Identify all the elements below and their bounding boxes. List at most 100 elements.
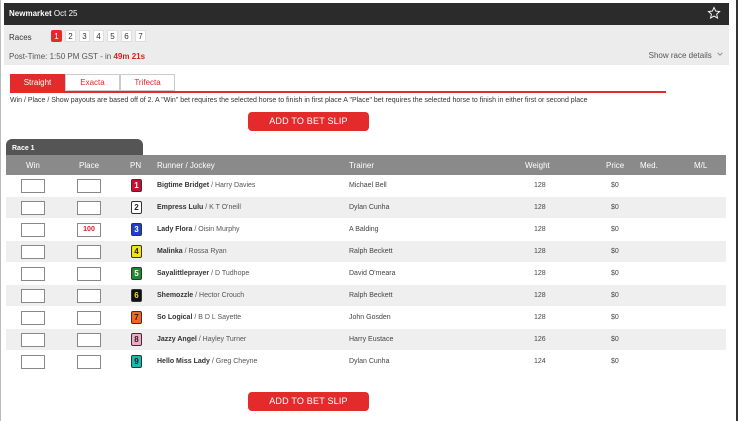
table-row: 7 So Logical / B D L Sayette John Gosden 12… [6,307,726,329]
place-amount-input[interactable] [77,179,101,193]
price-value: $0 [611,226,619,233]
win-amount-input[interactable] [21,201,45,215]
place-amount-input[interactable] [77,311,101,325]
runner-name: Sayalittleprayer [157,270,210,277]
tab-underline [10,91,666,93]
win-amount-input[interactable] [21,223,45,237]
win-amount-input[interactable] [21,289,45,303]
price-value: $0 [611,292,619,299]
post-time-text: Post-Time: 1:50 PM GST - in [9,52,112,61]
race-tab-7[interactable]: 7 [135,30,146,42]
place-amount-input[interactable] [77,201,101,215]
runner-jockey: Lady Flora / Oisin Murphy [157,226,239,233]
weight-value: 128 [534,314,546,321]
runner-name: Malinka [157,248,183,255]
place-amount-input[interactable] [77,333,101,347]
bet-type-tabs: Straight Exacta Trifecta [10,74,175,91]
win-amount-input[interactable] [21,355,45,369]
runner-jockey: Malinka / Rossa Ryan [157,248,227,255]
race-venue-title: Newmarket Oct 25 [9,9,78,18]
race-date: Oct 25 [53,9,78,18]
show-race-details-label: Show race details [648,51,712,60]
add-to-bet-slip-button-bottom[interactable]: ADD TO BET SLIP [248,392,369,411]
table-row: 100 3 Lady Flora / Oisin Murphy A Balding 12… [6,219,726,241]
table-row: 5 Sayalittleprayer / D Tudhope David O'mea… [6,263,726,285]
post-time-countdown: 49m 21s [113,52,146,61]
win-amount-input[interactable] [21,245,45,259]
weight-value: 128 [534,270,546,277]
col-win: Win [26,161,40,170]
chevron-down-icon [717,52,723,56]
place-amount-input[interactable] [77,289,101,303]
jockey-name: Oisin Murphy [198,226,240,233]
show-race-details-link[interactable]: Show race details [649,51,723,60]
tab-straight[interactable]: Straight [10,74,65,91]
price-value: $0 [611,182,619,189]
race-tab-1[interactable]: 1 [51,30,62,42]
weight-value: 128 [534,292,546,299]
col-trainer: Trainer [349,161,375,170]
runners-table: 1 Bigtime Bridget / Harry Davies Michael B… [6,175,726,373]
place-amount-input[interactable] [77,245,101,259]
win-amount-input[interactable] [21,179,45,193]
tab-trifecta[interactable]: Trifecta [120,74,175,91]
right-border [736,0,738,421]
win-amount-input[interactable] [21,311,45,325]
jockey-name: B D L Sayette [198,314,242,321]
table-row: 1 Bigtime Bridget / Harry Davies Michael B… [6,175,726,197]
race-tab-3[interactable]: 3 [79,30,90,42]
win-amount-input[interactable] [21,333,45,347]
program-number-badge: 2 [131,201,142,214]
runner-jockey: Bigtime Bridget / Harry Davies [157,182,255,189]
table-row: 2 Empress Lulu / K T O'neill Dylan Cunha 12… [6,197,726,219]
trainer-name: A Balding [349,226,379,233]
trainer-name: Dylan Cunha [349,204,390,211]
col-ml: M/L [694,161,708,170]
win-amount-input[interactable] [21,267,45,281]
tab-exacta[interactable]: Exacta [65,74,120,91]
jockey-name: Rossa Ryan [188,248,227,255]
race-number-label: Race 1 [6,139,143,155]
place-amount-input[interactable] [77,267,101,281]
trainer-name: John Gosden [349,314,391,321]
weight-value: 128 [534,204,546,211]
place-amount-input[interactable]: 100 [77,223,101,237]
star-favorite-icon[interactable] [707,6,721,20]
table-header: Win Place PN Runner / Jockey Trainer Wei… [6,155,726,175]
runner-jockey: Hello Miss Lady / Greg Cheyne [157,358,257,365]
race-tabs: 1234567 [51,30,146,42]
jockey-name: Greg Cheyne [215,358,258,365]
weight-value: 128 [534,182,546,189]
jockey-name: D Tudhope [215,270,250,277]
price-value: $0 [611,270,619,277]
runner-jockey: So Logical / B D L Sayette [157,314,241,321]
program-number-badge: 8 [131,333,142,346]
add-to-bet-slip-button-top[interactable]: ADD TO BET SLIP [248,112,369,131]
runner-jockey: Sayalittleprayer / D Tudhope [157,270,249,277]
race-tab-6[interactable]: 6 [121,30,132,42]
runner-jockey: Empress Lulu / K T O'neill [157,204,241,211]
runner-jockey: Shemozzle / Hector Crouch [157,292,244,299]
col-place: Place [79,161,100,170]
race-tab-5[interactable]: 5 [107,30,118,42]
col-weight: Weight [525,161,550,170]
jockey-name: K T O'neill [209,204,241,211]
race-tab-4[interactable]: 4 [93,30,104,42]
weight-value: 128 [534,226,546,233]
runner-name: So Logical [157,314,193,321]
runner-name: Jazzy Angel [157,336,197,343]
races-label: Races [9,33,32,42]
table-row: 8 Jazzy Angel / Hayley Turner Harry Eustac… [6,329,726,351]
program-number-badge: 6 [131,289,142,302]
col-price: Price [606,161,625,170]
program-number-badge: 3 [131,223,142,236]
trainer-name: Ralph Beckett [349,248,393,255]
weight-value: 128 [534,248,546,255]
race-tab-2[interactable]: 2 [65,30,76,42]
price-value: $0 [611,358,619,365]
place-amount-input[interactable] [77,355,101,369]
weight-value: 124 [534,358,546,365]
runner-name: Bigtime Bridget [157,182,210,189]
post-time: Post-Time: 1:50 PM GST - in 49m 21s [9,52,145,61]
col-med: Med. [640,161,658,170]
